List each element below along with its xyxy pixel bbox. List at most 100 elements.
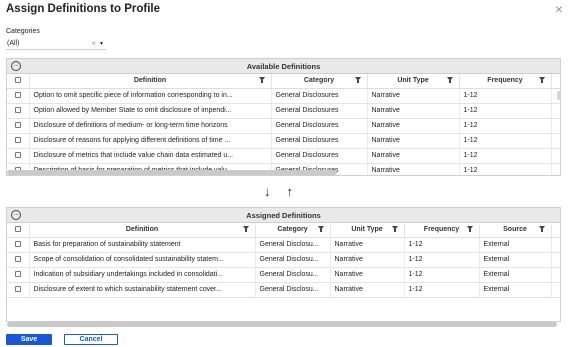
row-select-cell <box>7 237 30 253</box>
column-header-category[interactable]: Category <box>255 223 331 238</box>
unit-type-cell: Narrative <box>367 148 460 164</box>
table-header-row: Definition Category Unit Type Frequency … <box>7 223 560 238</box>
column-header-frequency[interactable]: Frequency <box>459 74 552 89</box>
column-header-definition[interactable]: Definition <box>29 223 256 238</box>
spacer-cell <box>551 118 560 134</box>
table-row[interactable]: Scope of consolidation of consolidated s… <box>7 252 560 268</box>
more-options-icon[interactable]: ··· <box>11 210 21 220</box>
arrow-up-icon[interactable]: ↑ <box>287 184 294 199</box>
column-label: Unit Type <box>397 77 429 85</box>
source-cell: External <box>479 267 552 283</box>
frequency-cell: 1-12 <box>404 252 480 268</box>
column-label: Frequency <box>487 77 523 85</box>
horizontal-scrollbar[interactable] <box>7 322 557 327</box>
column-header-frequency[interactable]: Frequency <box>404 223 480 238</box>
spacer-cell <box>551 133 560 149</box>
unit-type-cell: Narrative <box>367 103 460 119</box>
spacer-cell <box>551 252 560 268</box>
row-checkbox[interactable] <box>14 152 21 159</box>
definition-cell: Indication of subsidiary undertakings in… <box>29 267 256 283</box>
frequency-cell: 1-12 <box>459 118 552 134</box>
row-checkbox[interactable] <box>14 256 21 263</box>
column-label: Category <box>277 226 308 234</box>
select-all-checkbox[interactable] <box>14 77 21 84</box>
row-select-cell <box>7 282 30 298</box>
clear-icon[interactable]: × <box>91 39 96 48</box>
frequency-cell: 1-12 <box>404 237 480 253</box>
row-checkbox[interactable] <box>14 286 21 293</box>
close-icon[interactable]: × <box>555 1 563 17</box>
table-row[interactable]: Option to omit specific piece of informa… <box>7 88 560 104</box>
filter-icon[interactable] <box>446 77 453 83</box>
table-row[interactable]: Disclosure of extent to which sustainabi… <box>7 282 560 298</box>
column-header-category[interactable]: Category <box>271 74 368 89</box>
unit-type-cell: Narrative <box>330 237 405 253</box>
row-checkbox[interactable] <box>14 137 21 144</box>
frequency-cell: 1-12 <box>459 148 552 164</box>
filter-icon[interactable] <box>538 226 545 232</box>
filter-icon[interactable] <box>466 226 473 232</box>
table-row[interactable]: Basis for preparation of sustainability … <box>7 237 560 253</box>
definition-cell: Disclosure of metrics that include value… <box>29 148 272 164</box>
filter-icon[interactable] <box>354 77 361 83</box>
table-row[interactable]: Disclosure of reasons for applying diffe… <box>7 133 560 149</box>
category-cell: General Disclosu... <box>255 252 331 268</box>
horizontal-scrollbar[interactable] <box>7 170 337 175</box>
table-row[interactable]: Disclosure of definitions of medium- or … <box>7 118 560 134</box>
cancel-button[interactable]: Cancel <box>64 334 118 345</box>
row-checkbox[interactable] <box>14 92 21 99</box>
save-button[interactable]: Save <box>6 334 52 345</box>
row-checkbox[interactable] <box>14 241 21 248</box>
spacer-cell <box>551 237 560 253</box>
frequency-cell: 1-12 <box>404 267 480 283</box>
column-label: Unit Type <box>351 226 383 234</box>
unit-type-cell: Narrative <box>367 133 460 149</box>
frequency-cell: 1-12 <box>459 103 552 119</box>
unit-type-cell: Narrative <box>367 88 460 104</box>
category-cell: General Disclosu... <box>255 237 331 253</box>
filter-icon[interactable] <box>317 226 324 232</box>
column-label: Category <box>303 77 335 85</box>
category-cell: General Disclosures <box>271 133 368 149</box>
row-checkbox[interactable] <box>14 122 21 129</box>
filter-icon[interactable] <box>242 226 249 232</box>
filter-icon[interactable] <box>258 77 265 83</box>
categories-value: (All) <box>7 40 20 47</box>
arrow-down-icon[interactable]: ↓ <box>264 184 271 199</box>
column-header-spacer <box>551 223 560 238</box>
filter-icon[interactable] <box>391 226 398 232</box>
row-select-cell <box>7 88 30 104</box>
column-header-definition[interactable]: Definition <box>29 74 272 89</box>
table-row[interactable]: Indication of subsidiary undertakings in… <box>7 267 560 283</box>
filter-icon[interactable] <box>538 77 545 83</box>
column-header-source[interactable]: Source <box>479 223 552 238</box>
available-definitions-table: Definition Category Unit Type Frequency … <box>7 74 560 175</box>
select-all-cell <box>7 223 30 238</box>
assigned-definitions-panel: ··· Assigned Definitions Definition Cate… <box>6 207 561 322</box>
column-header-spacer <box>551 74 560 89</box>
select-all-checkbox[interactable] <box>14 226 21 233</box>
spacer-cell <box>551 103 560 119</box>
column-header-unit-type[interactable]: Unit Type <box>330 223 405 238</box>
row-select-cell <box>7 267 30 283</box>
categories-label: Categories <box>6 28 40 35</box>
more-options-icon[interactable]: ··· <box>11 61 21 71</box>
definition-cell: Disclosure of extent to which sustainabi… <box>29 282 256 298</box>
column-header-unit-type[interactable]: Unit Type <box>367 74 460 89</box>
row-checkbox[interactable] <box>14 107 21 114</box>
unit-type-cell: Narrative <box>330 282 405 298</box>
definition-cell: Option allowed by Member State to omit d… <box>29 103 272 119</box>
column-label: Definition <box>125 226 159 234</box>
row-checkbox[interactable] <box>14 271 21 278</box>
chevron-down-icon[interactable]: ▼ <box>99 41 104 47</box>
definition-cell: Scope of consolidation of consolidated s… <box>29 252 256 268</box>
category-cell: General Disclosures <box>271 103 368 119</box>
table-row[interactable]: Option allowed by Member State to omit d… <box>7 103 560 119</box>
table-row[interactable]: Disclosure of metrics that include value… <box>7 148 560 164</box>
definition-cell: Disclosure of definitions of medium- or … <box>29 118 272 134</box>
definition-cell: Option to omit specific piece of informa… <box>29 88 272 104</box>
source-cell: External <box>479 237 552 253</box>
available-panel-title: Available Definitions <box>246 61 321 71</box>
categories-select[interactable]: (All) × ▼ <box>6 38 106 50</box>
frequency-cell: 1-12 <box>459 133 552 149</box>
